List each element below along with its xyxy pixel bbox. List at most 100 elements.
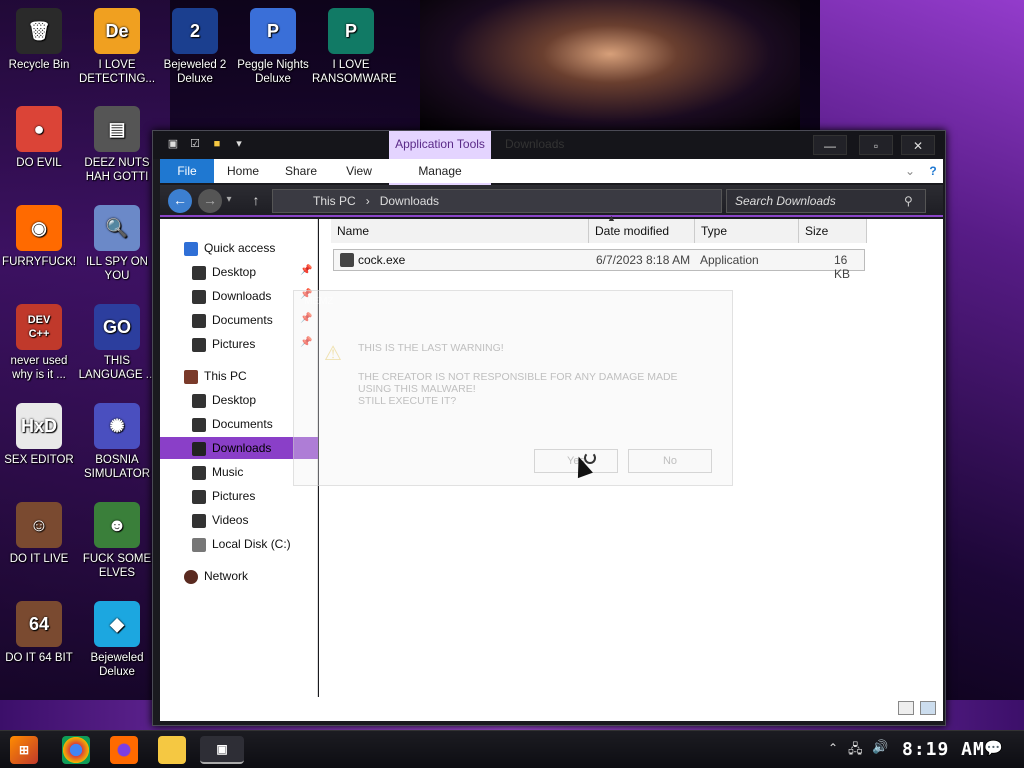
column-name[interactable]: Name	[331, 219, 589, 243]
maximize-button[interactable]: ▫	[859, 135, 893, 155]
expand-ribbon-icon[interactable]: ⌄	[902, 159, 918, 183]
properties-icon[interactable]: ☑	[187, 136, 203, 152]
nav-pc-videos[interactable]: Videos	[192, 509, 248, 531]
nav-quick-documents[interactable]: Documents	[192, 309, 273, 331]
large-icons-view-icon[interactable]	[920, 701, 936, 715]
search-input[interactable]: Search Downloads	[726, 189, 926, 213]
publisher-icon: P	[328, 8, 374, 54]
dialog-line-1: THIS IS THE LAST WARNING!	[358, 342, 504, 354]
close-button[interactable]: ✕	[901, 135, 935, 155]
desktop-icon-item[interactable]: P I LOVE RANSOMWARE	[312, 8, 397, 86]
desktop-icon-item[interactable]: GO THIS LANGUAGE ...	[78, 304, 156, 382]
tab-home[interactable]: Home	[220, 159, 266, 183]
desktop-icon-item[interactable]: 2 Bejeweled 2 Deluxe	[156, 8, 234, 86]
desktop-icon-item[interactable]: 🔍 ILL SPY ON YOU	[78, 205, 156, 283]
wallpaper-character	[420, 0, 800, 135]
file-size: 16 KB	[834, 253, 851, 281]
documents-icon	[192, 417, 206, 432]
diamond-icon: ◆	[94, 601, 140, 647]
desktop-icon-item[interactable]: 🗑 Recycle Bin	[0, 8, 78, 72]
chrome-icon: ●	[16, 106, 62, 152]
desktop-icon-label: BOSNIA SIMULATOR	[83, 454, 151, 480]
application-icon	[340, 253, 354, 267]
bejeweled-2-icon: 2	[172, 8, 218, 54]
desktop-icon-item[interactable]: ▤ DEEZ NUTS HAH GOTTI	[78, 106, 156, 184]
no-button[interactable]: No	[628, 449, 712, 473]
column-size[interactable]: Size	[799, 219, 867, 243]
network-icon[interactable]: 🖧	[848, 740, 863, 762]
nav-network[interactable]: Network	[184, 565, 248, 587]
nav-quick-pictures[interactable]: Pictures	[192, 333, 255, 355]
desktop-icon-item[interactable]: P Peggle Nights Deluxe	[234, 8, 312, 86]
address-bar[interactable]: This PC › Downloads	[272, 189, 722, 213]
recent-locations-icon[interactable]: ▾	[222, 189, 236, 213]
warning-icon: ⚠	[324, 343, 342, 365]
computer-icon	[184, 369, 198, 384]
drive-icon	[192, 537, 206, 552]
minimize-button[interactable]: —	[813, 135, 847, 155]
nav-quick-desktop[interactable]: Desktop	[192, 261, 256, 283]
file-date: 6/7/2023 8:18 AM	[596, 253, 691, 267]
desktop-icon-item[interactable]: ◉ FURRYFUCK!	[0, 205, 78, 269]
column-type[interactable]: Type	[695, 219, 799, 243]
taskbar: ⊞ ▣ ⌃ 🖧 🔊 8:19 AM 💬	[0, 730, 1024, 768]
column-date-modified[interactable]: Date modified	[589, 219, 695, 243]
breadcrumb-separator-icon: ›	[365, 194, 370, 208]
desktop-icon-label: THIS LANGUAGE ...	[78, 355, 156, 381]
breadcrumb-downloads[interactable]: Downloads	[380, 194, 439, 208]
status-bar	[160, 697, 943, 721]
clock[interactable]: 8:19 AM	[902, 739, 985, 760]
desktop-icon-item[interactable]: ● DO EVIL	[0, 106, 78, 170]
nav-pc-music[interactable]: Music	[192, 461, 243, 483]
taskbar-file-explorer-icon[interactable]	[158, 736, 186, 764]
nav-pc-local-disk[interactable]: Local Disk (C:)	[192, 533, 291, 555]
details-view-icon[interactable]	[898, 701, 914, 715]
up-button[interactable]: ↑	[244, 189, 268, 213]
pin-icon: 📌	[300, 265, 313, 276]
nav-quick-downloads[interactable]: Downloads	[192, 285, 271, 307]
tab-share[interactable]: Share	[278, 159, 324, 183]
desktop-icon	[192, 393, 206, 408]
show-hidden-icons-icon[interactable]: ⌃	[828, 741, 838, 755]
download-icon	[192, 289, 206, 304]
table-row[interactable]: cock.exe 6/7/2023 8:18 AM Application 16…	[333, 249, 865, 281]
desktop-icon-item[interactable]: DEV C++ never used why is it ...	[0, 304, 78, 382]
explorer-icon[interactable]: ▣	[165, 136, 181, 152]
search-icon[interactable]: ⚲	[904, 194, 913, 208]
desktop-icon-item[interactable]: De I LOVE DETECTING...	[78, 8, 156, 86]
de-icon: De	[94, 8, 140, 54]
desktop-icon-item[interactable]: 64 DO IT 64 BIT	[0, 601, 78, 665]
desktop-icon-item[interactable]: ◆ Bejeweled Deluxe	[78, 601, 156, 679]
desktop-icon-item[interactable]: ✺ BOSNIA SIMULATOR	[78, 403, 156, 481]
taskbar-chrome-icon[interactable]	[62, 736, 90, 764]
notifications-icon[interactable]: 💬	[984, 739, 1003, 757]
back-button[interactable]: ←	[168, 189, 192, 213]
tab-view[interactable]: View	[336, 159, 382, 183]
nav-pc-desktop[interactable]: Desktop	[192, 389, 256, 411]
desktop-icon-item[interactable]: ☻ FUCK SOME ELVES	[78, 502, 156, 580]
forward-button[interactable]: →	[198, 189, 222, 213]
desktop-icon-item[interactable]: HxD SEX EDITOR	[0, 403, 78, 467]
tab-manage[interactable]: Manage	[389, 159, 491, 183]
desktop-icon-item[interactable]: ☺ DO IT LIVE	[0, 502, 78, 566]
volume-icon[interactable]: 🔊	[872, 739, 888, 755]
ribbon: File Home Share View Manage ⌄ ?	[160, 159, 943, 183]
taskbar-firefox-icon[interactable]	[110, 736, 138, 764]
breadcrumb-this-pc[interactable]: This PC	[313, 194, 356, 208]
windows-stack-icon: ▤	[94, 106, 140, 152]
quick-access-toolbar: ▣ ☑ ■ ▾	[165, 136, 247, 152]
star-icon	[184, 241, 198, 256]
tab-file[interactable]: File	[160, 159, 214, 183]
desktop-icon-label: never used why is it ...	[10, 355, 68, 381]
customize-toolbar-icon[interactable]: ▾	[231, 136, 247, 152]
help-icon[interactable]: ?	[924, 159, 942, 183]
nav-pc-pictures[interactable]: Pictures	[192, 485, 255, 507]
new-folder-icon[interactable]: ■	[209, 136, 225, 152]
start-button[interactable]: ⊞	[10, 736, 38, 764]
taskbar-active-window-icon[interactable]: ▣	[200, 736, 244, 764]
navigation-bar: ← → ▾ ↑ This PC › Downloads Search Downloa…	[160, 185, 943, 217]
nav-pc-documents[interactable]: Documents	[192, 413, 273, 435]
hxd-icon: HxD	[16, 403, 62, 449]
nav-quick-access[interactable]: Quick access	[184, 237, 275, 259]
nav-this-pc[interactable]: This PC	[184, 365, 247, 387]
